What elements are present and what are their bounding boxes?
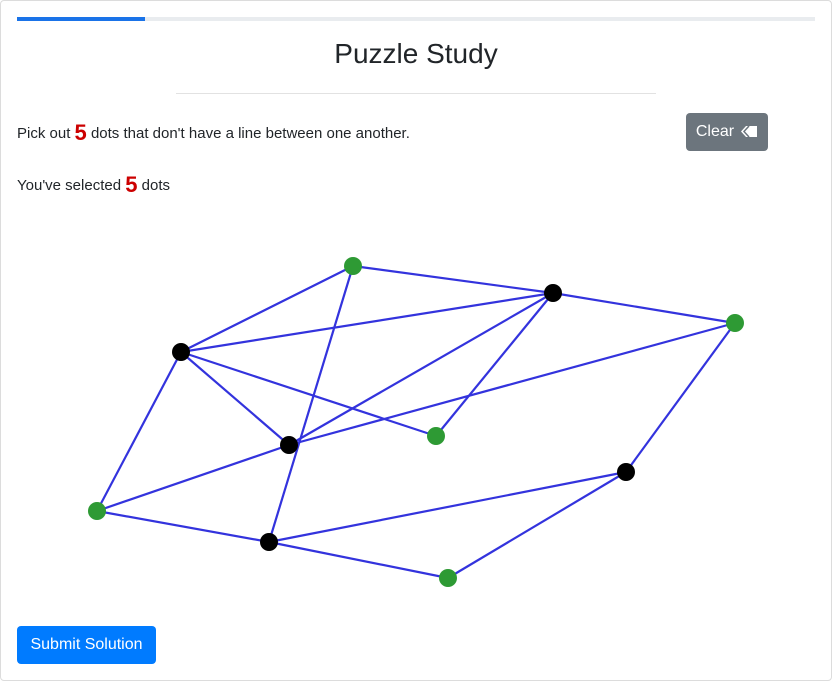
graph-edge — [268, 470, 627, 544]
submit-solution-button[interactable]: Submit Solution — [17, 626, 156, 664]
graph-edge — [180, 350, 437, 438]
graph-dot-selected[interactable] — [427, 427, 445, 445]
graph-canvas — [88, 257, 744, 587]
graph-dot-selected[interactable] — [88, 502, 106, 520]
graph-edge — [625, 322, 736, 473]
graph-dot[interactable] — [544, 284, 562, 302]
submit-button-label: Submit Solution — [30, 636, 143, 653]
graph-edge — [96, 509, 270, 544]
graph-dot-selected[interactable] — [439, 569, 457, 587]
graph-edge — [447, 471, 627, 579]
graph-dot[interactable] — [280, 436, 298, 454]
graph-edge — [268, 540, 449, 580]
graph-edge — [552, 291, 736, 325]
graph-edge — [180, 351, 290, 446]
graph-dot[interactable] — [617, 463, 635, 481]
graph-edge — [288, 292, 554, 446]
graph-edge — [435, 292, 554, 437]
graph-dot-selected[interactable] — [344, 257, 362, 275]
graph-dot[interactable] — [172, 343, 190, 361]
graph-edge — [352, 264, 554, 295]
graph-edge — [288, 321, 736, 447]
graph-dot[interactable] — [260, 533, 278, 551]
graph-edge — [180, 291, 554, 354]
graph-dot-selected[interactable] — [726, 314, 744, 332]
